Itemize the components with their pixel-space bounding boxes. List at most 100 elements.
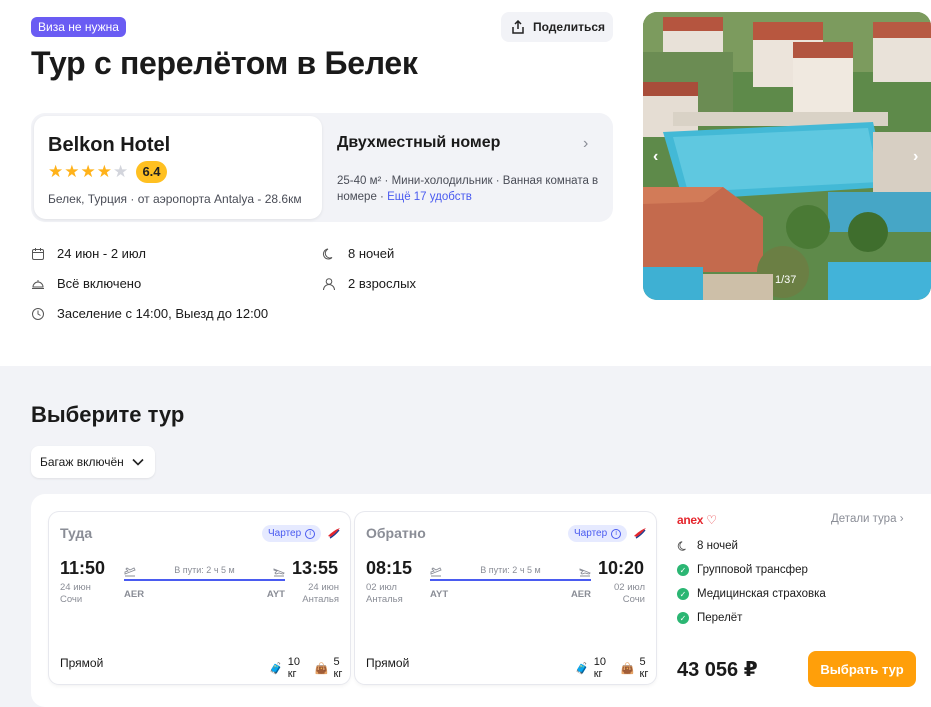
moon-icon [677, 541, 686, 551]
operator-name: anex [677, 513, 704, 527]
room-description: 25-40 м² · Мини-холодильник · Ванная ком… [337, 173, 599, 205]
meal-row: Всё включено [31, 276, 141, 291]
feature-label: Групповой трансфер [697, 564, 808, 576]
more-amenities-link[interactable]: Ещё 17 удобств [387, 191, 472, 203]
tour-card: Туда Чартер i 11:50 24 июн Сочи 13:55 24 … [31, 494, 931, 707]
cloche-icon [32, 279, 44, 289]
flight-return[interactable]: Обратно Чартер i 08:15 02 июл Анталья 10:… [355, 512, 656, 684]
charter-badge: Чартер i [262, 525, 322, 542]
leg-title: Обратно [366, 525, 426, 541]
tour-info: anex ♡ Детали тура › 8 ночей ✓ Групповой … [677, 494, 931, 707]
tour-selection-section: Выберите тур Багаж включён Туда Чартер i … [0, 366, 931, 707]
arrive-date: 24 июн [308, 582, 339, 593]
baggage-info: 🧳 10 кг 👜 5 кг [269, 656, 350, 680]
arrive-city: Анталья [302, 594, 339, 605]
nights-row: 8 ночей [322, 246, 394, 261]
depart-time: 08:15 [366, 558, 413, 578]
hotel-city: Белек, Турция [48, 192, 128, 206]
charter-label: Чартер [574, 528, 608, 539]
leg-title: Туда [60, 525, 93, 541]
hotel-location: Белек, Турция · от аэропорта Antalya - 2… [48, 192, 302, 206]
choose-tour-button[interactable]: Выбрать тур [808, 651, 916, 687]
star-icon: ★ [64, 162, 80, 181]
hotel-name: Belkon Hotel [48, 134, 171, 156]
photo-prev-icon[interactable]: ‹ [653, 148, 658, 166]
heart-icon[interactable]: ♡ [706, 513, 717, 527]
nights-text: 8 ночей [348, 246, 395, 261]
guests-text: 2 взрослых [348, 276, 416, 291]
dates-text: 24 июн - 2 июл [57, 246, 146, 261]
visa-badge: Виза не нужна [31, 17, 126, 37]
page-title: Тур с перелётом в Белек [31, 45, 418, 81]
depart-city: Анталья [366, 594, 403, 605]
flight-outbound[interactable]: Туда Чартер i 11:50 24 июн Сочи 13:55 24 … [49, 512, 350, 684]
tour-details-link[interactable]: Детали тура › [831, 513, 904, 525]
charter-badge: Чартер i [568, 525, 628, 542]
hotel-stars: ★ ★ ★ ★ ★ [48, 163, 128, 180]
hotel-photo [643, 12, 931, 300]
baggage-weight: 10 кг [593, 656, 606, 680]
suitcase-icon: 🧳 [269, 662, 283, 675]
hotel-room-panel: Belkon Hotel ★ ★ ★ ★ ★ 6.4 Белек, Турция… [31, 113, 613, 222]
tour-operator-logo: anex ♡ [677, 513, 717, 527]
star-icon: ★ [96, 162, 112, 181]
depart-time: 11:50 [60, 558, 106, 578]
baggage-weight: 10 кг [287, 656, 300, 680]
moon-icon [322, 248, 333, 259]
star-empty-icon: ★ [113, 162, 129, 181]
arrive-city: Сочи [622, 594, 645, 605]
hand-luggage-weight: 5 кг [639, 656, 649, 680]
flight-type: Прямой [60, 656, 104, 670]
chevron-right-icon[interactable]: › [583, 135, 588, 153]
hotel-airport-distance: от аэропорта Antalya - 28.6км [137, 192, 302, 206]
photo-counter: 1/37 [775, 274, 797, 286]
feature-label: Перелёт [697, 612, 743, 624]
hotel-card[interactable]: Belkon Hotel ★ ★ ★ ★ ★ 6.4 Белек, Турция… [34, 116, 322, 219]
hand-luggage-weight: 5 кг [333, 656, 343, 680]
flight-type: Прямой [366, 656, 410, 670]
meal-text: Всё включено [57, 276, 142, 291]
suitcase-icon: 🧳 [575, 662, 589, 675]
route-line [124, 579, 285, 581]
photo-next-icon[interactable]: › [913, 148, 918, 166]
arrive-time: 13:55 [292, 558, 339, 578]
to-iata: AER [570, 589, 591, 600]
hotel-photo-gallery[interactable]: ‹ › 1/37 [643, 12, 931, 300]
star-icon: ★ [80, 162, 96, 181]
depart-date: 24 июн [60, 582, 91, 593]
chevron-right-icon: › [899, 513, 904, 525]
feature-item: ✓ Групповой трансфер [677, 564, 808, 576]
landing-icon [273, 568, 285, 577]
section-title: Выберите тур [31, 402, 185, 427]
flight-route: В пути: 2 ч 5 м AYT AER [430, 565, 591, 601]
depart-city: Сочи [60, 594, 83, 605]
baggage-info: 🧳 10 кг 👜 5 кг [575, 656, 656, 680]
depart-date: 02 июл [366, 582, 397, 593]
tour-header-section: Виза не нужна Поделиться Тур с перелётом… [0, 0, 931, 366]
checkin-row: Заселение с 14:00, Выезд до 12:00 [31, 306, 268, 321]
baggage-filter-dropdown[interactable]: Багаж включён [31, 446, 155, 478]
chevron-down-icon [132, 458, 144, 466]
info-icon: i [305, 528, 316, 539]
separator: · [130, 192, 135, 206]
airline-logo-icon [328, 528, 340, 539]
share-button[interactable]: Поделиться [501, 12, 613, 42]
check-icon: ✓ [677, 612, 689, 624]
dates-row: 24 июн - 2 июл [31, 246, 146, 261]
room-title[interactable]: Двухместный номер [337, 134, 500, 152]
flight-duration: В пути: 2 ч 5 м [480, 565, 541, 575]
bag-icon: 👜 [314, 662, 329, 675]
share-icon [512, 20, 524, 34]
nights-feature: 8 ночей [677, 540, 738, 552]
to-iata: AYT [266, 589, 285, 600]
clock-icon [32, 307, 44, 320]
share-label: Поделиться [533, 20, 606, 34]
nights-text: 8 ночей [697, 540, 738, 552]
check-icon: ✓ [677, 564, 689, 576]
rating-badge: 6.4 [136, 161, 167, 183]
from-iata: AER [124, 589, 145, 600]
tour-price: 43 056 ₽ [677, 659, 758, 681]
landing-icon [579, 568, 591, 577]
info-icon: i [611, 528, 622, 539]
person-icon [323, 277, 335, 290]
